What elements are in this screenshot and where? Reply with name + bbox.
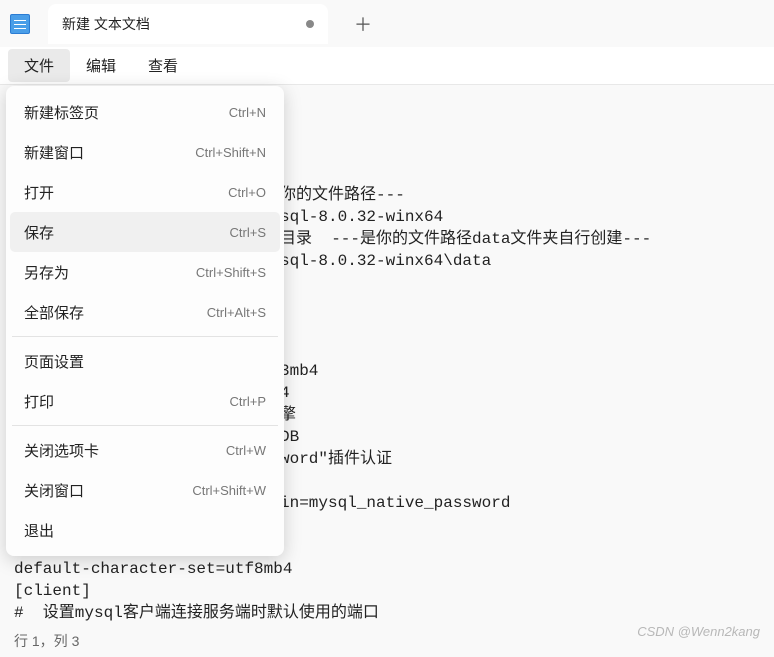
menu-item-shortcut: Ctrl+Shift+S <box>196 265 266 280</box>
menu-item[interactable]: 保存 Ctrl+S <box>10 212 280 252</box>
titlebar: 新建 文本文档 ＋ <box>0 0 774 47</box>
menubar: 文件 编辑 查看 <box>0 47 774 85</box>
menu-view[interactable]: 查看 <box>132 49 194 82</box>
menu-separator <box>12 425 278 426</box>
menu-item-label: 页面设置 <box>24 351 84 372</box>
menu-item-label: 另存为 <box>24 262 69 283</box>
menu-item-shortcut: Ctrl+Alt+S <box>207 305 266 320</box>
menu-item[interactable]: 打开 Ctrl+O <box>10 172 280 212</box>
menu-item[interactable]: 另存为 Ctrl+Shift+S <box>10 252 280 292</box>
menu-item[interactable]: 退出 <box>10 510 280 550</box>
menu-file[interactable]: 文件 <box>8 49 70 82</box>
editor-line: [client] <box>14 580 766 602</box>
menu-item-shortcut: Ctrl+S <box>230 225 266 240</box>
menu-item-shortcut: Ctrl+P <box>230 394 266 409</box>
file-menu-dropdown: 新建标签页 Ctrl+N 新建窗口 Ctrl+Shift+N 打开 Ctrl+O 保存 Ctr… <box>6 86 284 556</box>
watermark-text: CSDN @Wenn2kang <box>637 624 760 639</box>
menu-item-shortcut: Ctrl+Shift+W <box>192 483 266 498</box>
menu-item-shortcut: Ctrl+O <box>228 185 266 200</box>
menu-item[interactable]: 新建标签页 Ctrl+N <box>10 92 280 132</box>
menu-item-label: 打印 <box>24 391 54 412</box>
menu-item-label: 退出 <box>24 520 54 541</box>
menu-item-label: 关闭选项卡 <box>24 440 99 461</box>
menu-item[interactable]: 关闭窗口 Ctrl+Shift+W <box>10 470 280 510</box>
new-tab-button[interactable]: ＋ <box>346 7 380 41</box>
menu-item-shortcut: Ctrl+Shift+N <box>195 145 266 160</box>
menu-item-label: 新建标签页 <box>24 102 99 123</box>
menu-item-label: 打开 <box>24 182 54 203</box>
menu-item[interactable]: 页面设置 <box>10 341 280 381</box>
menu-separator <box>12 336 278 337</box>
cursor-position: 行 1，列 3 <box>14 633 79 649</box>
menu-item[interactable]: 新建窗口 Ctrl+Shift+N <box>10 132 280 172</box>
menu-item-label: 保存 <box>24 222 54 243</box>
editor-line: default-character-set=utf8mb4 <box>14 558 766 580</box>
menu-item-label: 新建窗口 <box>24 142 84 163</box>
menu-item[interactable]: 全部保存 Ctrl+Alt+S <box>10 292 280 332</box>
menu-item[interactable]: 打印 Ctrl+P <box>10 381 280 421</box>
menu-item-shortcut: Ctrl+W <box>226 443 266 458</box>
menu-item-label: 关闭窗口 <box>24 480 84 501</box>
menu-item-label: 全部保存 <box>24 302 84 323</box>
menu-edit[interactable]: 编辑 <box>70 49 132 82</box>
notepad-app-icon <box>10 14 30 34</box>
menu-item[interactable]: 关闭选项卡 Ctrl+W <box>10 430 280 470</box>
tab-active[interactable]: 新建 文本文档 <box>48 4 328 44</box>
tab-dirty-indicator <box>306 20 314 28</box>
tab-title: 新建 文本文档 <box>62 14 150 34</box>
editor-line: # 设置mysql客户端连接服务端时默认使用的端口 <box>14 602 766 624</box>
statusbar: 行 1，列 3 <box>14 631 79 651</box>
plus-icon: ＋ <box>354 11 372 37</box>
menu-item-shortcut: Ctrl+N <box>229 105 266 120</box>
